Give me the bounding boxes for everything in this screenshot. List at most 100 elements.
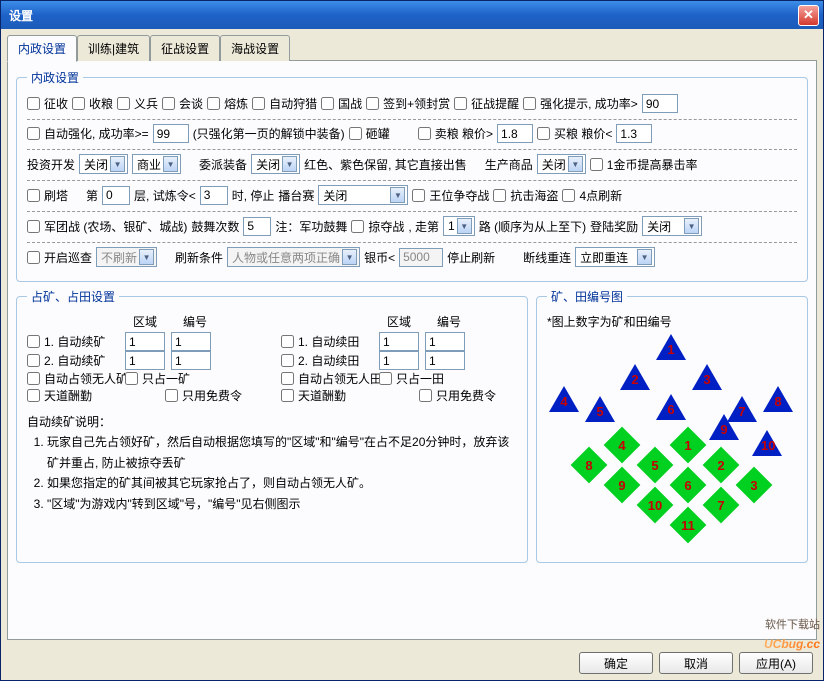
input-ceng[interactable] [102, 186, 130, 205]
diamond-icon [703, 447, 740, 484]
diamond-icon [670, 467, 707, 504]
cb-zaguan[interactable]: 砸罐 [349, 125, 390, 142]
input-mailiang1[interactable] [497, 124, 533, 143]
cb-mine2[interactable]: 2. 自动续矿 [27, 352, 119, 369]
chevron-down-icon: ▼ [684, 218, 699, 234]
fieldset-neizheng: 内政设置 征收 收粮 义兵 会谈 熔炼 自动狩猎 国战 签到+领封赏 征战提醒 … [16, 69, 808, 282]
close-button[interactable]: ✕ [798, 5, 819, 26]
cb-field-tiandao[interactable]: 天道酬勤 [281, 387, 373, 404]
sel-zou[interactable]: 1▼ [443, 216, 475, 236]
diagram [547, 334, 797, 554]
input-mine1-num[interactable] [171, 332, 211, 351]
triangle-icon [692, 364, 722, 390]
cb-mine-tiandao[interactable]: 天道酬勤 [27, 387, 119, 404]
diamond-icon [604, 427, 641, 464]
cb-mailiang2[interactable]: 买粮 粮价< [537, 125, 612, 142]
cb-field-only1[interactable]: 只占一田 [379, 370, 471, 387]
input-zdqh[interactable] [153, 124, 189, 143]
cb-shuata[interactable]: 刷塔 [27, 187, 68, 204]
cb-field-free[interactable]: 只用免费令 [419, 387, 511, 404]
cb-mine1[interactable]: 1. 自动续矿 [27, 333, 119, 350]
diamond-icon [637, 447, 674, 484]
input-mailiang2[interactable] [616, 124, 652, 143]
cb-shouliang[interactable]: 收粮 [72, 95, 113, 112]
tab-bar: 内政设置 训练|建筑 征战设置 海战设置 [7, 35, 817, 61]
cb-mine-only1[interactable]: 只占一矿 [125, 370, 217, 387]
input-yinbi [399, 248, 443, 267]
input-field2-area[interactable] [379, 351, 419, 370]
cancel-button[interactable]: 取消 [659, 652, 733, 674]
fieldset-diagram: 矿、田编号图 *图上数字为矿和田编号 [536, 288, 808, 563]
cb-juntuan[interactable]: 军团战 (农场、银矿、城战) [27, 218, 187, 235]
cb-huitan[interactable]: 会谈 [162, 95, 203, 112]
input-mine2-num[interactable] [171, 351, 211, 370]
chevron-down-icon: ▼ [163, 156, 178, 172]
sel-shangye[interactable]: 商业▼ [132, 154, 181, 174]
chevron-down-icon: ▼ [457, 218, 472, 234]
chevron-down-icon: ▼ [637, 249, 652, 265]
legend-mine: 占矿、占田设置 [27, 288, 119, 305]
sel-weipai[interactable]: 关闭▼ [251, 154, 300, 174]
triangle-icon [752, 430, 782, 456]
input-mine2-area[interactable] [125, 351, 165, 370]
weipai-note: 红色、紫色保留, 其它直接出售 [304, 156, 467, 173]
window-title: 设置 [9, 7, 798, 24]
tab-xunlian[interactable]: 训练|建筑 [77, 35, 150, 61]
diamond-icon [736, 467, 773, 504]
cb-jinbi[interactable]: 1金币提高暴击率 [590, 156, 698, 173]
cb-field2[interactable]: 2. 自动续田 [281, 352, 373, 369]
ok-button[interactable]: 确定 [579, 652, 653, 674]
cb-yibing[interactable]: 义兵 [117, 95, 158, 112]
cb-ronglian[interactable]: 熔炼 [207, 95, 248, 112]
diamond-icon [637, 487, 674, 524]
triangle-icon [585, 396, 615, 422]
cb-field-auto[interactable]: 自动占领无人田 [281, 370, 373, 387]
cb-field1[interactable]: 1. 自动续田 [281, 333, 373, 350]
cb-zhengzhantixing[interactable]: 征战提醒 [454, 95, 519, 112]
cb-qianghuatishi[interactable]: 强化提示, 成功率> [523, 95, 638, 112]
cb-mailiang1[interactable]: 卖粮 粮价> [418, 125, 493, 142]
input-mine1-area[interactable] [125, 332, 165, 351]
input-field1-area[interactable] [379, 332, 419, 351]
mine-desc: 自动续矿说明： 玩家自己先占领好矿，然后自动根据您填写的"区域"和"编号"在占不… [27, 412, 517, 514]
input-field2-num[interactable] [425, 351, 465, 370]
sel-bushua: 不刷新▼ [96, 247, 157, 267]
diagram-note: *图上数字为矿和田编号 [547, 313, 797, 330]
chevron-down-icon: ▼ [390, 187, 405, 203]
cb-zhengshou[interactable]: 征收 [27, 95, 68, 112]
cb-mine-auto[interactable]: 自动占领无人矿 [27, 370, 119, 387]
diamond-icon [670, 427, 707, 464]
apply-button[interactable]: 应用(A) [739, 652, 813, 674]
cb-lueduo[interactable]: 掠夺战 [351, 218, 404, 235]
triangle-icon [549, 386, 579, 412]
sel-denglu[interactable]: 关闭▼ [642, 216, 702, 236]
chevron-down-icon: ▼ [282, 156, 297, 172]
input-field1-num[interactable] [425, 332, 465, 351]
sel-duanxian[interactable]: 立即重连▼ [575, 247, 655, 267]
triangle-icon [763, 386, 793, 412]
cb-kaiqi[interactable]: 开启巡查 [27, 249, 92, 266]
tab-haizhan[interactable]: 海战设置 [220, 35, 290, 61]
sel-shuaxin: 人物或任意两项正确▼ [227, 247, 360, 267]
sel-botaisai[interactable]: 关闭▼ [318, 185, 408, 205]
cb-guozhan[interactable]: 国战 [321, 95, 362, 112]
cb-kangji[interactable]: 抗击海盗 [493, 187, 558, 204]
chevron-down-icon: ▼ [568, 156, 583, 172]
triangle-icon [620, 364, 650, 390]
cb-mine-free[interactable]: 只用免费令 [165, 387, 257, 404]
tab-neizheng[interactable]: 内政设置 [7, 35, 77, 62]
diamond-icon [670, 507, 707, 544]
tab-zhengzhan[interactable]: 征战设置 [150, 35, 220, 61]
cb-zdqh[interactable]: 自动强化, 成功率>= [27, 125, 149, 142]
cb-qiandao[interactable]: 签到+领封赏 [366, 95, 450, 112]
sel-shengchan[interactable]: 关闭▼ [537, 154, 586, 174]
cb-wangwei[interactable]: 王位争夺战 [412, 187, 489, 204]
diamond-icon [571, 447, 608, 484]
cb-sidian[interactable]: 4点刷新 [562, 187, 622, 204]
input-shilian[interactable] [200, 186, 228, 205]
input-qianghua-rate[interactable] [642, 94, 678, 113]
input-guwu[interactable] [243, 217, 271, 236]
cb-zidongshoulie[interactable]: 自动狩猎 [252, 95, 317, 112]
sel-touzi[interactable]: 关闭▼ [79, 154, 128, 174]
legend-diagram: 矿、田编号图 [547, 288, 627, 305]
